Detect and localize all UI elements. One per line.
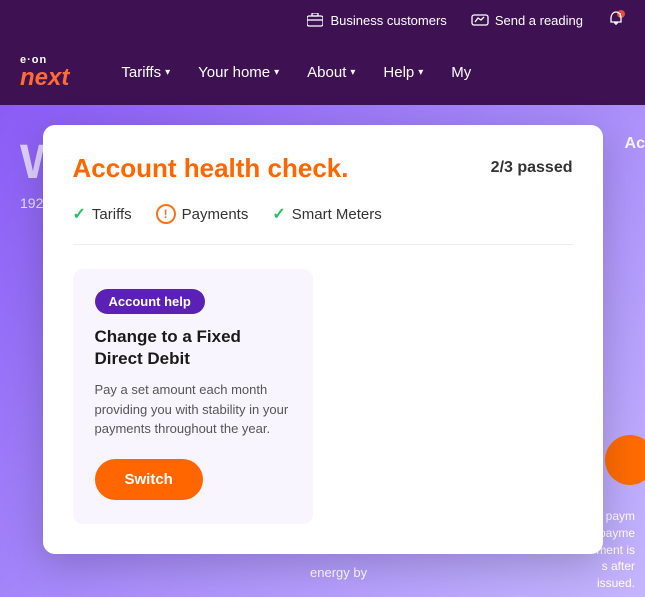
help-chevron-icon: ▾ [418,67,423,78]
send-reading-link[interactable]: Send a reading [471,11,583,29]
modal-title: Account health check. [73,153,349,184]
nav-help[interactable]: Help ▾ [371,56,435,89]
top-bar: Business customers Send a reading 1 [0,0,645,40]
modal-header: Account health check. 2/3 passed [73,153,573,184]
business-customers-link[interactable]: Business customers [306,11,446,29]
check-smart-meters: ✓ Smart Meters [272,204,381,224]
modal-passed-count: 2/3 passed [491,153,573,177]
nav-bar: e·on next Tariffs ▾ Your home ▾ About ▾ … [0,40,645,105]
check-payments: ! Payments [156,204,249,224]
tariffs-check-label: Tariffs [92,206,132,223]
nav-my[interactable]: My [439,56,483,89]
notification-bell[interactable]: 1 [607,10,625,31]
your-home-chevron-icon: ▾ [274,67,279,78]
about-label: About [307,64,346,81]
tariffs-check-icon: ✓ [73,204,86,224]
eon-next-logo[interactable]: e·on next [20,55,69,90]
business-customers-label: Business customers [330,13,446,28]
account-help-card: Account help Change to a Fixed Direct De… [73,269,313,524]
card-description: Pay a set amount each month providing yo… [95,380,291,439]
smart-meters-check-icon: ✓ [272,204,285,224]
modal-overlay: Account health check. 2/3 passed ✓ Tarif… [0,105,645,597]
nav-tariffs[interactable]: Tariffs ▾ [109,56,182,89]
check-tariffs: ✓ Tariffs [73,204,132,224]
my-label: My [451,64,471,81]
bell-icon: 1 [607,10,625,31]
nav-about[interactable]: About ▾ [295,56,367,89]
nav-items: Tariffs ▾ Your home ▾ About ▾ Help ▾ My [109,56,625,89]
payments-check-label: Payments [182,206,249,223]
smart-meters-check-label: Smart Meters [292,206,382,223]
main-content: Wo 192 G Ac energy by t paym payme ment … [0,105,645,597]
your-home-label: Your home [198,64,270,81]
payments-warning-icon: ! [156,204,176,224]
card-badge: Account help [95,289,205,314]
tariffs-label: Tariffs [121,64,161,81]
switch-button[interactable]: Switch [95,459,203,500]
modal-checks: ✓ Tariffs ! Payments ✓ Smart Meters [73,204,573,245]
tariffs-chevron-icon: ▾ [165,67,170,78]
meter-icon [471,11,489,29]
send-reading-label: Send a reading [495,13,583,28]
help-label: Help [383,64,414,81]
briefcase-icon [306,11,324,29]
logo-next-text: next [20,66,69,90]
account-health-modal: Account health check. 2/3 passed ✓ Tarif… [43,125,603,554]
card-title: Change to a Fixed Direct Debit [95,326,291,370]
about-chevron-icon: ▾ [350,67,355,78]
nav-your-home[interactable]: Your home ▾ [186,56,291,89]
